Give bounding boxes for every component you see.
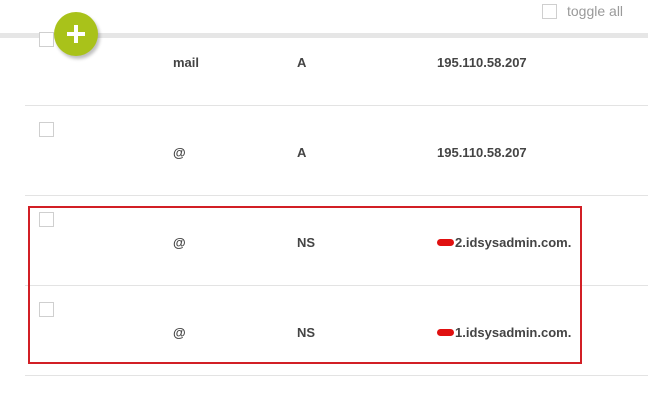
record-type: NS [297, 325, 316, 340]
record-value-text: 2.idsysadmin.com. [455, 235, 572, 250]
record-value: 195.110.58.207 [437, 55, 527, 70]
row-checkbox[interactable] [39, 302, 54, 317]
row-divider [25, 375, 648, 376]
record-value-text: 195.110.58.207 [437, 145, 527, 160]
row-checkbox[interactable] [39, 212, 54, 227]
plus-icon [67, 25, 85, 43]
record-name: @ [173, 235, 186, 250]
table-row: @ NS 2.idsysadmin.com. [0, 196, 648, 285]
record-value: 2.idsysadmin.com. [437, 235, 571, 250]
row-checkbox[interactable] [39, 122, 54, 137]
record-value-text: 195.110.58.207 [437, 55, 527, 70]
table-row: @ NS 1.idsysadmin.com. [0, 286, 648, 375]
dns-records-panel: toggle all mail A 195.110.58.207 @ A 195… [0, 0, 648, 401]
record-name: @ [173, 145, 186, 160]
record-name: mail [173, 55, 200, 70]
record-value-text: 1.idsysadmin.com. [455, 325, 572, 340]
toggle-all-control[interactable]: toggle all [542, 3, 623, 19]
add-record-button[interactable] [54, 12, 98, 56]
redaction-mark [437, 239, 454, 246]
table-row: mail A 195.110.58.207 [0, 31, 648, 105]
record-name: @ [173, 325, 186, 340]
toggle-all-label: toggle all [567, 3, 624, 19]
record-type: A [297, 145, 307, 160]
row-checkbox[interactable] [39, 32, 54, 47]
record-value: 1.idsysadmin.com. [437, 325, 571, 340]
table-row: @ A 195.110.58.207 [0, 106, 648, 195]
toggle-all-checkbox[interactable] [542, 3, 557, 19]
record-type: NS [297, 235, 316, 250]
redaction-mark [437, 329, 454, 336]
record-type: A [297, 55, 307, 70]
record-value: 195.110.58.207 [437, 145, 527, 160]
